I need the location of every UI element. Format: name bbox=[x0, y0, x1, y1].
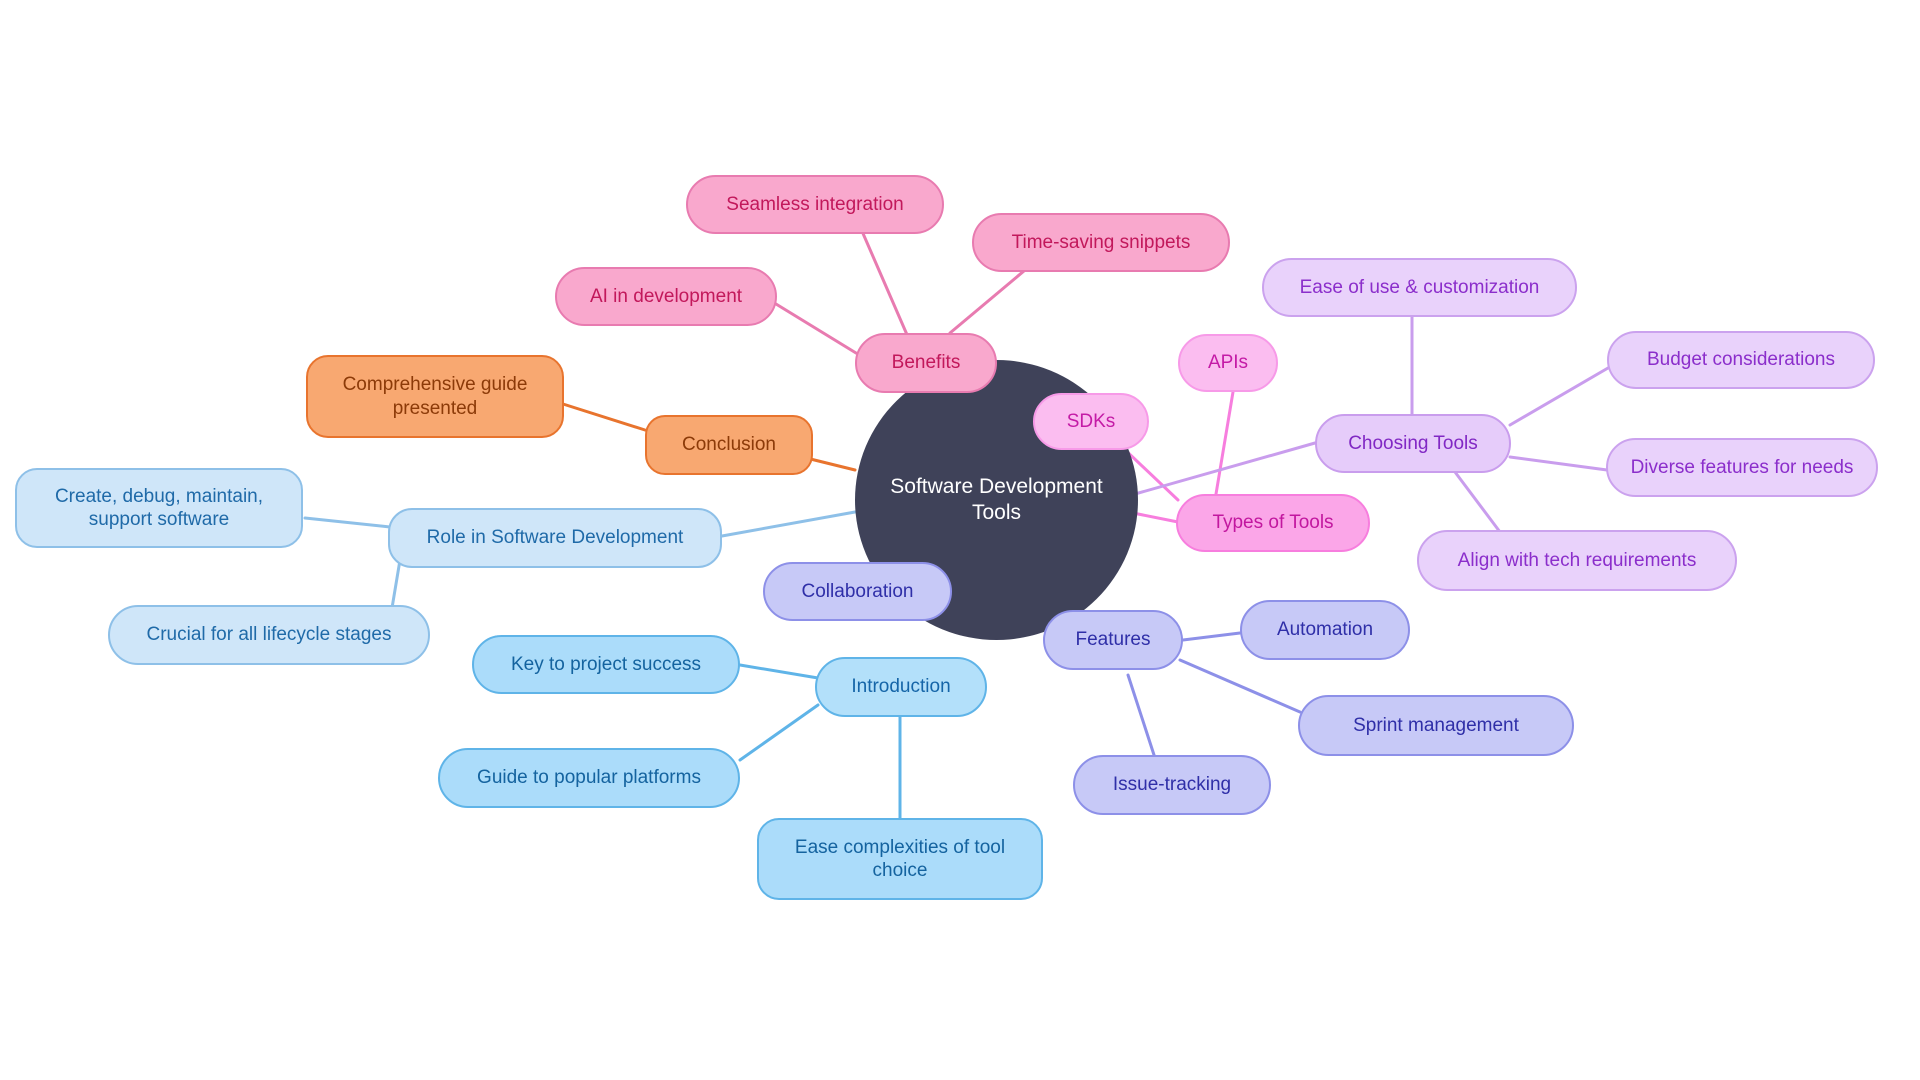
node-conclusion[interactable]: Conclusion bbox=[645, 415, 813, 475]
node-align-with-tech-requirements[interactable]: Align with tech requirements bbox=[1417, 530, 1737, 591]
node-comprehensive-guide-presented[interactable]: Comprehensive guide presented bbox=[306, 355, 564, 438]
node-ease-of-use-customization[interactable]: Ease of use & customization bbox=[1262, 258, 1577, 317]
node-seamless-integration[interactable]: Seamless integration bbox=[686, 175, 944, 234]
node-guide-to-popular-platforms[interactable]: Guide to popular platforms bbox=[438, 748, 740, 808]
node-time-saving-snippets[interactable]: Time-saving snippets bbox=[972, 213, 1230, 272]
node-diverse-features-for-needs[interactable]: Diverse features for needs bbox=[1606, 438, 1878, 497]
node-sdks[interactable]: SDKs bbox=[1033, 393, 1149, 450]
node-automation[interactable]: Automation bbox=[1240, 600, 1410, 660]
node-role-in-software-development[interactable]: Role in Software Development bbox=[388, 508, 722, 568]
node-introduction[interactable]: Introduction bbox=[815, 657, 987, 717]
node-crucial-for-all-lifecycle-stages[interactable]: Crucial for all lifecycle stages bbox=[108, 605, 430, 665]
node-apis[interactable]: APIs bbox=[1178, 334, 1278, 392]
node-layer: Software Development Tools Benefits Seam… bbox=[0, 0, 1920, 1080]
node-features[interactable]: Features bbox=[1043, 610, 1183, 670]
node-sprint-management[interactable]: Sprint management bbox=[1298, 695, 1574, 756]
node-collaboration[interactable]: Collaboration bbox=[763, 562, 952, 621]
node-issue-tracking[interactable]: Issue-tracking bbox=[1073, 755, 1271, 815]
node-create-debug-maintain[interactable]: Create, debug, maintain, support softwar… bbox=[15, 468, 303, 548]
node-key-to-project-success[interactable]: Key to project success bbox=[472, 635, 740, 694]
node-choosing-tools[interactable]: Choosing Tools bbox=[1315, 414, 1511, 473]
node-benefits[interactable]: Benefits bbox=[855, 333, 997, 393]
node-types-of-tools[interactable]: Types of Tools bbox=[1176, 494, 1370, 552]
mindmap-canvas: Software Development Tools Benefits Seam… bbox=[0, 0, 1920, 1080]
node-ai-in-development[interactable]: AI in development bbox=[555, 267, 777, 326]
node-ease-complexities-of-tool-choice[interactable]: Ease complexities of tool choice bbox=[757, 818, 1043, 900]
node-budget-considerations[interactable]: Budget considerations bbox=[1607, 331, 1875, 389]
